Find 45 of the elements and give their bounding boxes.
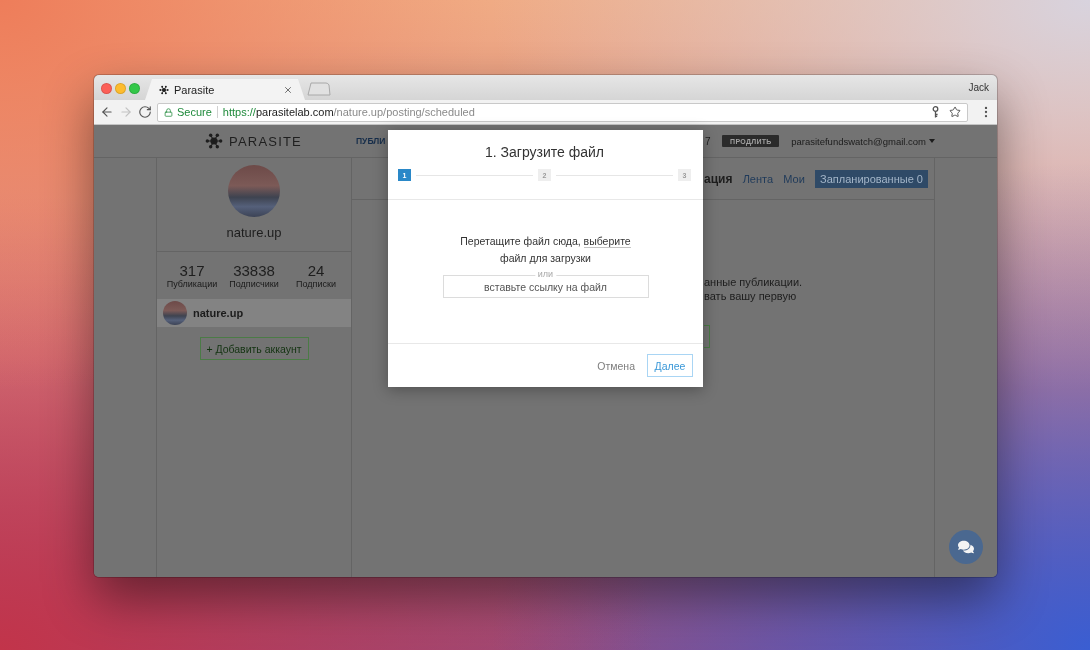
- dialog-title: 1. Загрузите файл: [485, 143, 604, 162]
- key-icon[interactable]: [932, 106, 939, 118]
- close-window-button[interactable]: [101, 82, 112, 94]
- stat-label: Подписчики: [229, 279, 279, 289]
- message-text: анные публикации.: [704, 275, 803, 289]
- stat-value: 317: [179, 262, 205, 279]
- bookmark-star-icon[interactable]: [949, 106, 961, 118]
- logo-text[interactable]: PARASITE: [229, 133, 302, 149]
- account-item[interactable]: nature.up: [157, 299, 351, 327]
- account-avatar: [163, 301, 187, 325]
- user-name[interactable]: Jack: [968, 82, 997, 93]
- add-account-button[interactable]: + Добавить аккаунт: [199, 337, 309, 360]
- profile-name-text: nature.up: [226, 225, 282, 241]
- count-text: 7: [705, 135, 711, 147]
- cancel-button[interactable]: Отмена: [597, 359, 635, 372]
- zoom-window-button[interactable]: [129, 82, 140, 94]
- choose-file-link[interactable]: выберите: [583, 235, 631, 248]
- chat-button[interactable]: [949, 530, 983, 564]
- feed-tab[interactable]: Лента: [742, 169, 774, 188]
- spider-icon: [205, 132, 224, 150]
- chat-icon: [958, 539, 974, 555]
- upload-instructions: Перетащите файл сюда, выберите файл для загрузки: [460, 234, 631, 266]
- tab-title: Parasite: [174, 83, 216, 96]
- close-icon[interactable]: [283, 84, 293, 95]
- address-bar[interactable]: Secure https://parasitelab.com/nature.up/posting/scheduled: [157, 102, 968, 122]
- feed-tab[interactable]: Мои: [783, 169, 805, 188]
- next-button[interactable]: Далее: [647, 354, 693, 377]
- caret-icon: [929, 139, 935, 143]
- reload-icon[interactable]: [138, 105, 152, 119]
- stat-label: Подписки: [296, 279, 336, 289]
- or-divider-label: или: [534, 269, 557, 280]
- profile-avatar: [228, 165, 280, 217]
- stat-value: 24: [307, 262, 325, 279]
- url-text: https://parasitelab.com/nature.up/posting/scheduled: [222, 106, 475, 118]
- browser-tab[interactable]: Parasite: [145, 79, 305, 100]
- account-menu-button[interactable]: parasitefundswatch@gmail.com: [791, 135, 935, 147]
- spider-icon: [159, 84, 169, 95]
- lock-icon: [164, 107, 173, 117]
- section-title: ация: [704, 171, 733, 186]
- feed-tab[interactable]: Запланированные 0: [815, 169, 928, 188]
- stat-value: 33838: [233, 262, 275, 279]
- message-text: вать вашу первую: [704, 289, 797, 303]
- stat-label: Публикации: [166, 279, 218, 289]
- account-name: nature.up: [193, 307, 244, 319]
- secure-label: Secure: [177, 106, 212, 118]
